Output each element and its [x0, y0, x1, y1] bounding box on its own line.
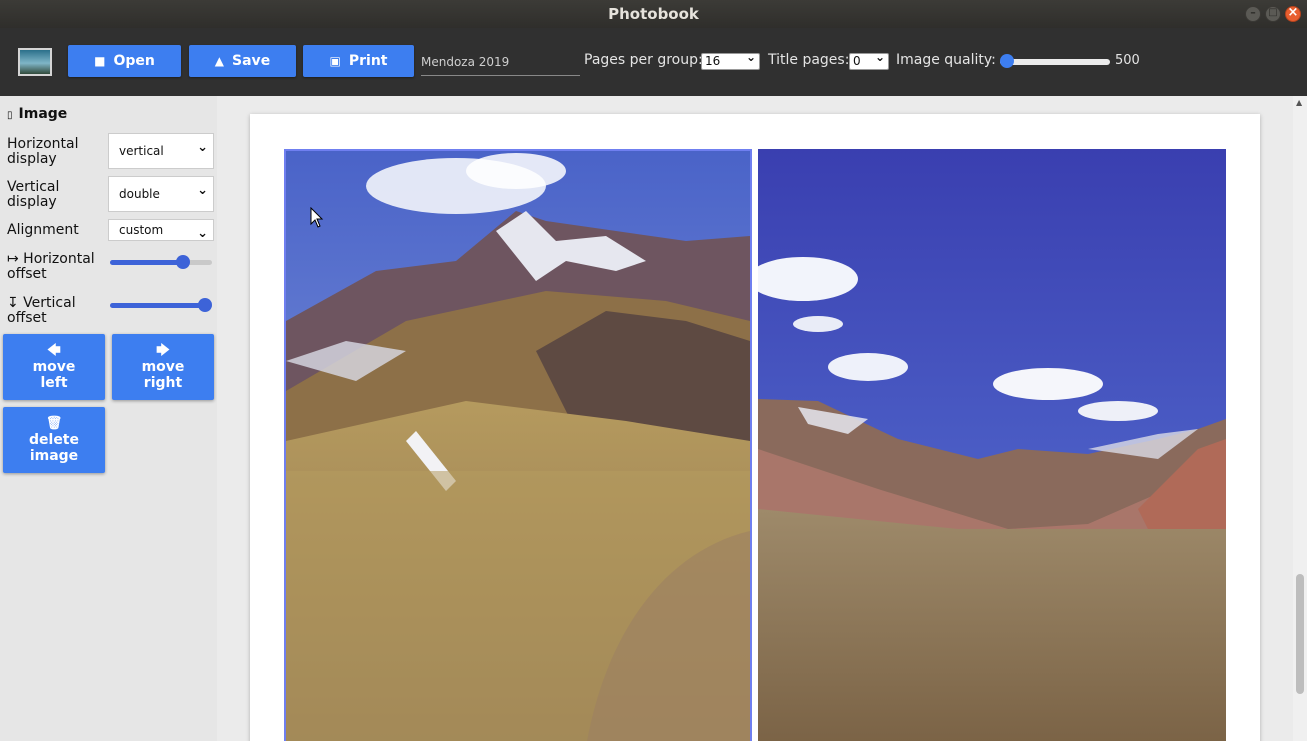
horizontal-display-select[interactable]: vertical: [108, 133, 214, 169]
vertical-display-label: Vertical display: [7, 179, 60, 210]
image-quality-value: 500: [1115, 53, 1140, 68]
image-quality-label: Image quality:: [896, 52, 996, 68]
move-left-label: move left: [32, 358, 76, 391]
printer-icon: ▣: [329, 54, 341, 68]
open-button-label: Open: [113, 53, 155, 69]
open-button[interactable]: ■ Open: [68, 45, 181, 77]
arrow-right-icon: 🡆: [156, 342, 170, 358]
horizontal-display-value: vertical: [119, 144, 164, 158]
alignment-value: custom: [119, 223, 164, 237]
document-icon: ▯: [7, 110, 13, 121]
horizontal-offset-fill: [110, 260, 183, 265]
move-right-button[interactable]: 🡆 move right: [112, 334, 214, 400]
close-button[interactable]: [1285, 5, 1301, 22]
delete-image-label: delete image: [29, 431, 79, 464]
vertical-offset-slider[interactable]: [110, 298, 212, 312]
selected-photo-mountains[interactable]: [284, 149, 752, 741]
move-right-label: move right: [141, 358, 185, 391]
vertical-offset-label: ↧ Vertical offset: [7, 295, 76, 326]
print-button[interactable]: ▣ Print: [303, 45, 414, 77]
vertical-offset-thumb[interactable]: [198, 298, 212, 312]
panel-heading: ▯ Image: [7, 106, 67, 122]
save-button-label: Save: [232, 53, 271, 69]
folder-icon: ■: [94, 54, 106, 68]
mouse-cursor-icon: [310, 207, 324, 228]
mountain-photo-image: [286, 151, 750, 741]
pages-per-group-select[interactable]: 16: [701, 50, 760, 70]
save-button[interactable]: ▲ Save: [189, 45, 296, 77]
window-title: Photobook: [608, 5, 699, 23]
pages-per-group-label: Pages per group:: [584, 52, 703, 68]
upload-icon: ▲: [214, 54, 225, 68]
title-pages-value: 0: [853, 54, 861, 68]
vertical-display-select[interactable]: double: [108, 176, 214, 212]
pages-per-group-value: 16: [705, 54, 721, 68]
image-quality-slider-thumb[interactable]: [1000, 54, 1014, 68]
page-canvas: [217, 96, 1293, 741]
minimize-button[interactable]: [1245, 6, 1261, 22]
vertical-offset-fill: [110, 303, 205, 308]
horizontal-display-label: Horizontal display: [7, 136, 79, 167]
photobook-page: [250, 114, 1260, 741]
project-name-input[interactable]: [421, 48, 580, 76]
main-scrollbar[interactable]: ▲: [1293, 96, 1307, 741]
title-pages-label: Title pages:: [768, 52, 850, 68]
alignment-label: Alignment: [7, 222, 79, 238]
horizontal-offset-thumb[interactable]: [176, 255, 190, 269]
app-logo: [18, 48, 52, 76]
scrollbar-thumb[interactable]: [1296, 574, 1304, 694]
arrow-left-icon: 🡄: [47, 342, 61, 358]
print-button-label: Print: [348, 53, 388, 69]
panel-heading-label: Image: [18, 106, 68, 122]
image-settings-panel: ▯ Image Horizontal display vertical Verti…: [0, 96, 217, 741]
valley-photo-image: [758, 149, 1226, 741]
title-pages-select[interactable]: 0: [849, 50, 889, 70]
trash-icon: 🗑: [45, 415, 63, 431]
move-left-button[interactable]: 🡄 move left: [3, 334, 105, 400]
maximize-button[interactable]: [1265, 6, 1281, 22]
photo-valley[interactable]: [758, 149, 1226, 741]
title-bar: Photobook: [0, 0, 1307, 28]
horizontal-offset-label: ↦ Horizontal offset: [7, 251, 95, 282]
scroll-up-icon[interactable]: ▲: [1296, 98, 1302, 107]
vertical-display-value: double: [119, 187, 160, 201]
horizontal-offset-slider[interactable]: [110, 255, 212, 269]
alignment-select[interactable]: custom: [108, 219, 214, 241]
toolbar: ■ Open ▲ Save ▣ Print Pages per group: 1…: [0, 28, 1307, 96]
image-quality-slider[interactable]: [1000, 59, 1110, 65]
delete-image-button[interactable]: 🗑 delete image: [3, 407, 105, 473]
